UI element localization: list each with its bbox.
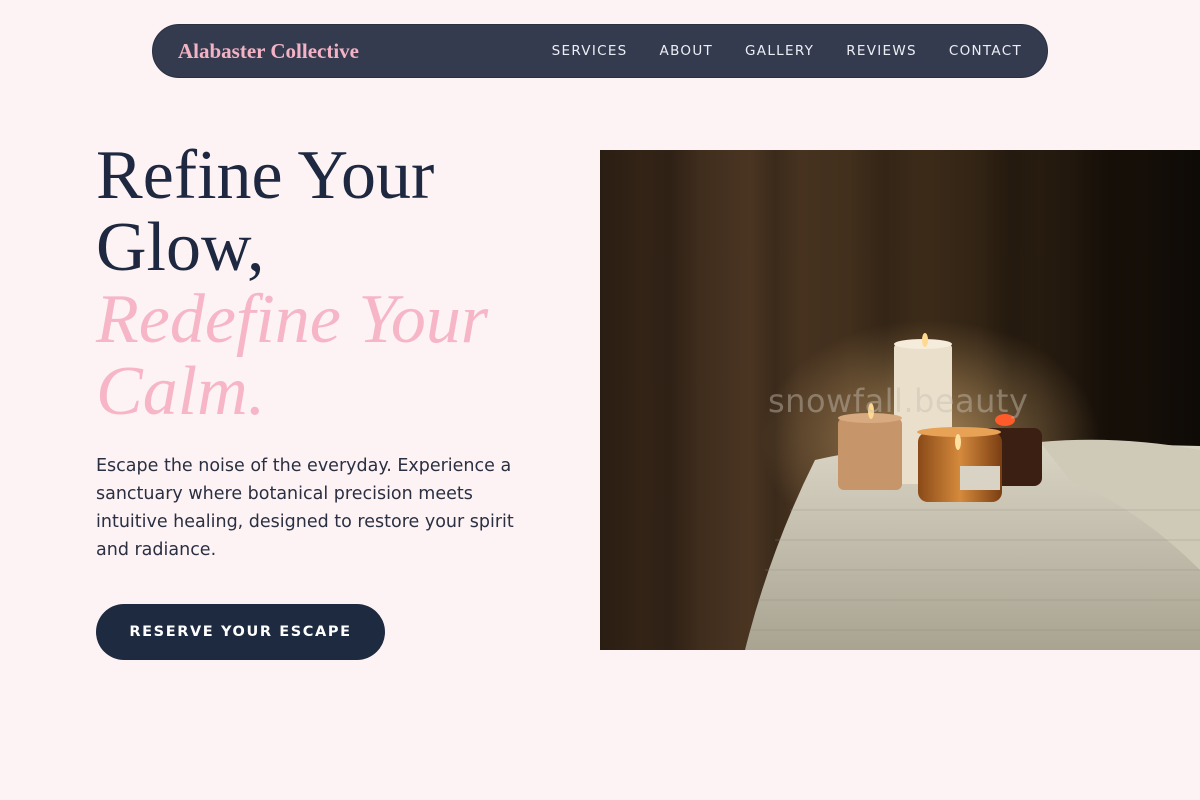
nav-link-about[interactable]: ABOUT (660, 43, 714, 59)
hero-headline-accent: Redefine Your Calm. (96, 281, 489, 430)
reserve-button[interactable]: RESERVE YOUR ESCAPE (96, 604, 385, 660)
top-nav: Alabaster Collective SERVICES ABOUT GALL… (152, 24, 1048, 78)
nav-menu: SERVICES ABOUT GALLERY REVIEWS CONTACT (520, 43, 1022, 59)
nav-link-reviews[interactable]: REVIEWS (846, 43, 917, 59)
nav-link-gallery[interactable]: GALLERY (745, 43, 814, 59)
brand-logo[interactable]: Alabaster Collective (178, 39, 359, 64)
nav-link-contact[interactable]: CONTACT (949, 43, 1022, 59)
hero-headline-primary: Refine Your Glow, (96, 137, 435, 286)
hero-headline: Refine Your Glow, Redefine Your Calm. (96, 140, 556, 428)
nav-link-services[interactable]: SERVICES (552, 43, 628, 59)
image-watermark: snowfall.beauty (768, 382, 1029, 420)
hero-description: Escape the noise of the everyday. Experi… (96, 456, 514, 560)
hero-image: snowfall.beauty (600, 150, 1200, 650)
